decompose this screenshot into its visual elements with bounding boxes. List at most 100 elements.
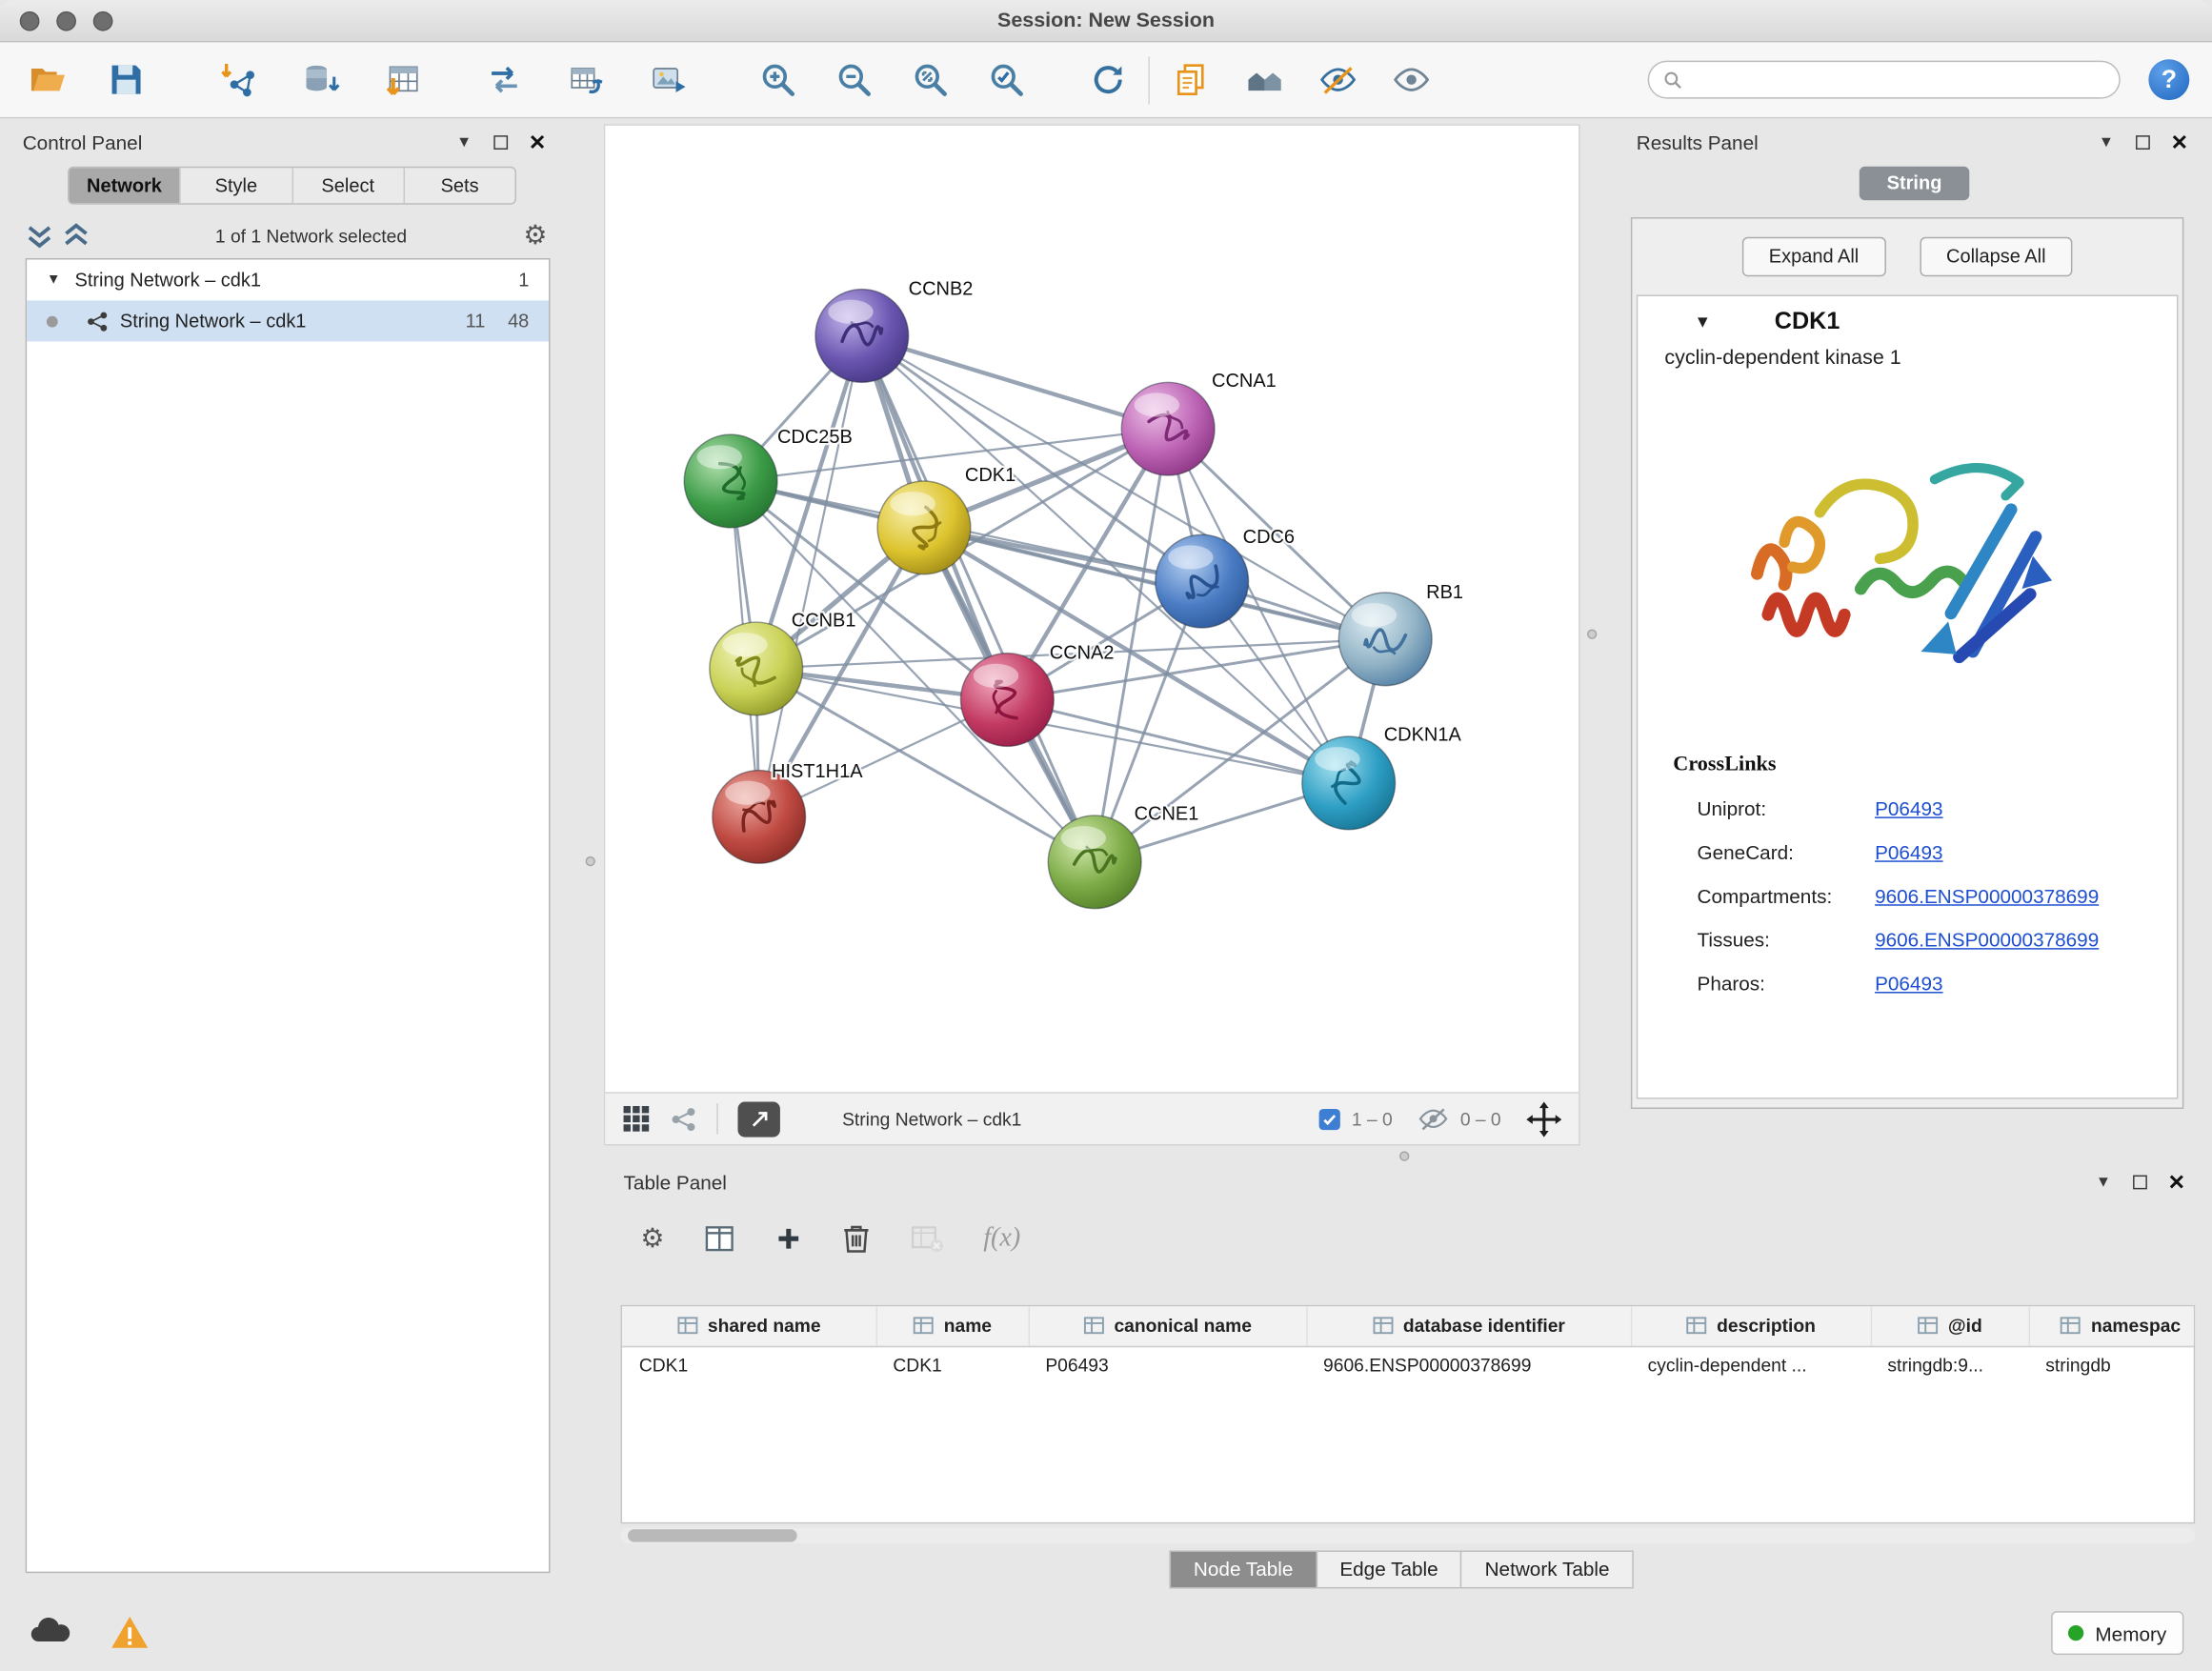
- hidden-eye-icon[interactable]: [1418, 1105, 1449, 1134]
- tab-network[interactable]: Network: [70, 168, 181, 203]
- crosslink-link[interactable]: P06493: [1875, 840, 1942, 863]
- tab-network-table[interactable]: Network Table: [1460, 1550, 1633, 1588]
- import-network-file-icon[interactable]: [211, 53, 265, 107]
- splitter-handle[interactable]: [1399, 1151, 1409, 1160]
- tab-node-table[interactable]: Node Table: [1170, 1550, 1317, 1588]
- tab-string[interactable]: String: [1860, 167, 1970, 201]
- import-table-icon[interactable]: [375, 53, 429, 107]
- network-node-cdkn1a[interactable]: [1302, 736, 1396, 830]
- zoom-in-icon[interactable]: [751, 53, 804, 107]
- column-header[interactable]: name: [876, 1306, 1029, 1345]
- save-session-icon[interactable]: [99, 53, 152, 107]
- scrollbar-thumb[interactable]: [628, 1529, 797, 1541]
- zoom-out-icon[interactable]: [827, 53, 880, 107]
- new-network-icon[interactable]: [477, 53, 531, 107]
- panel-maximize-icon[interactable]: [488, 130, 513, 155]
- show-all-icon[interactable]: [1384, 53, 1438, 107]
- zoom-selected-icon[interactable]: [979, 53, 1033, 107]
- pan-navigate-icon[interactable]: [1526, 1101, 1561, 1137]
- help-icon[interactable]: ?: [2148, 59, 2189, 100]
- network-overview-icon[interactable]: [670, 1105, 696, 1132]
- expand-all-icon[interactable]: [62, 221, 90, 250]
- hide-selected-icon[interactable]: [1311, 53, 1364, 107]
- table-settings-gear-icon[interactable]: ⚙: [640, 1225, 664, 1252]
- network-node-cdc25b[interactable]: [684, 434, 777, 528]
- column-header[interactable]: @id: [1871, 1306, 2029, 1345]
- expand-all-button[interactable]: Expand All: [1742, 237, 1886, 276]
- horizontal-scrollbar[interactable]: [621, 1528, 2196, 1543]
- birdseye-grid-icon[interactable]: [622, 1105, 651, 1134]
- network-edge[interactable]: [759, 335, 862, 816]
- table-row[interactable]: CDK1 CDK1 P06493 9606.ENSP00000378699 cy…: [622, 1346, 2195, 1383]
- network-node-ccnb1[interactable]: [710, 622, 803, 715]
- collapse-all-icon[interactable]: [26, 221, 54, 250]
- panel-float-icon[interactable]: ▼: [2094, 130, 2120, 155]
- network-collection-row[interactable]: ▼ String Network – cdk1 1: [27, 259, 549, 300]
- panel-float-icon[interactable]: ▼: [2091, 1170, 2117, 1196]
- panel-close-icon[interactable]: ✕: [525, 130, 551, 155]
- memory-button[interactable]: Memory: [2051, 1611, 2183, 1655]
- detach-view-button[interactable]: [737, 1101, 779, 1137]
- panel-close-icon[interactable]: ✕: [2167, 130, 2193, 155]
- network-node-cdk1[interactable]: [877, 481, 971, 574]
- crosslink-link[interactable]: P06493: [1875, 972, 1942, 995]
- tab-sets[interactable]: Sets: [405, 168, 515, 203]
- tab-style[interactable]: Style: [181, 168, 292, 203]
- toolbar-divider: [1148, 55, 1149, 103]
- selected-counts: 1 – 0: [1352, 1108, 1393, 1129]
- create-column-plus-icon[interactable]: [774, 1224, 803, 1253]
- network-edge[interactable]: [862, 335, 1095, 861]
- protein-structure-image: [1725, 390, 2089, 731]
- disclosure-triangle-icon[interactable]: ▼: [47, 272, 64, 288]
- tab-edge-table[interactable]: Edge Table: [1316, 1550, 1462, 1588]
- import-network-database-icon[interactable]: [293, 53, 347, 107]
- delete-column-trash-icon[interactable]: [842, 1223, 871, 1255]
- network-edge[interactable]: [862, 335, 1168, 429]
- collapse-all-button[interactable]: Collapse All: [1920, 237, 2073, 276]
- network-node-ccne1[interactable]: [1048, 815, 1141, 909]
- annotation-doc-icon[interactable]: [1164, 53, 1217, 107]
- column-header[interactable]: database identifier: [1306, 1306, 1631, 1345]
- network-node-ccna2[interactable]: [960, 654, 1054, 747]
- crosslink-link[interactable]: P06493: [1875, 796, 1942, 819]
- selected-checkbox-icon[interactable]: [1319, 1108, 1340, 1129]
- tab-select[interactable]: Select: [292, 168, 404, 203]
- network-node-ccnb2[interactable]: [815, 290, 909, 383]
- gear-icon[interactable]: ⚙: [523, 222, 547, 249]
- search-input[interactable]: [1692, 70, 2105, 91]
- crosslinks-title: CrossLinks: [1673, 754, 2177, 777]
- show-columns-icon[interactable]: [704, 1223, 735, 1255]
- open-session-icon[interactable]: [20, 53, 73, 107]
- warning-icon[interactable]: [111, 1614, 150, 1651]
- refresh-layout-icon[interactable]: [1080, 53, 1134, 107]
- export-image-icon[interactable]: [640, 53, 694, 107]
- network-row-selected[interactable]: String Network – cdk1 11 48: [27, 300, 549, 341]
- column-header[interactable]: description: [1631, 1306, 1871, 1345]
- zoom-fit-icon[interactable]: [903, 53, 956, 107]
- crosslink-label: Tissues:: [1697, 928, 1875, 951]
- cloud-status-icon[interactable]: [29, 1614, 73, 1648]
- network-node-cdc6[interactable]: [1156, 534, 1249, 628]
- column-header[interactable]: namespac: [2028, 1306, 2195, 1345]
- first-neighbors-icon[interactable]: [1237, 53, 1291, 107]
- network-node-ccna1[interactable]: [1121, 382, 1215, 475]
- clone-network-icon[interactable]: [558, 53, 612, 107]
- toolbar-divider: [716, 1103, 717, 1135]
- network-node-hist1h1a[interactable]: [713, 771, 806, 864]
- crosslink-link[interactable]: 9606.ENSP00000378699: [1875, 928, 2099, 951]
- column-header[interactable]: canonical name: [1029, 1306, 1307, 1345]
- network-canvas[interactable]: CCNB2CCNA1CDC25BCDK1CDC6RB1CCNB1CCNA2CDK…: [605, 126, 1581, 1095]
- window-titlebar: Session: New Session: [0, 0, 2212, 42]
- node-label: CDK1: [965, 465, 1016, 486]
- panel-float-icon[interactable]: ▼: [452, 130, 477, 155]
- splitter-handle[interactable]: [586, 856, 595, 866]
- panel-close-icon[interactable]: ✕: [2164, 1170, 2190, 1196]
- splitter-handle[interactable]: [1587, 629, 1597, 638]
- column-header[interactable]: shared name: [622, 1306, 876, 1345]
- disclosure-triangle-icon[interactable]: ▼: [1695, 312, 1712, 332]
- panel-maximize-icon[interactable]: [2130, 130, 2156, 155]
- network-edge[interactable]: [924, 528, 1385, 639]
- network-node-rb1[interactable]: [1338, 593, 1432, 686]
- crosslink-link[interactable]: 9606.ENSP00000378699: [1875, 884, 2099, 907]
- panel-maximize-icon[interactable]: [2127, 1170, 2153, 1196]
